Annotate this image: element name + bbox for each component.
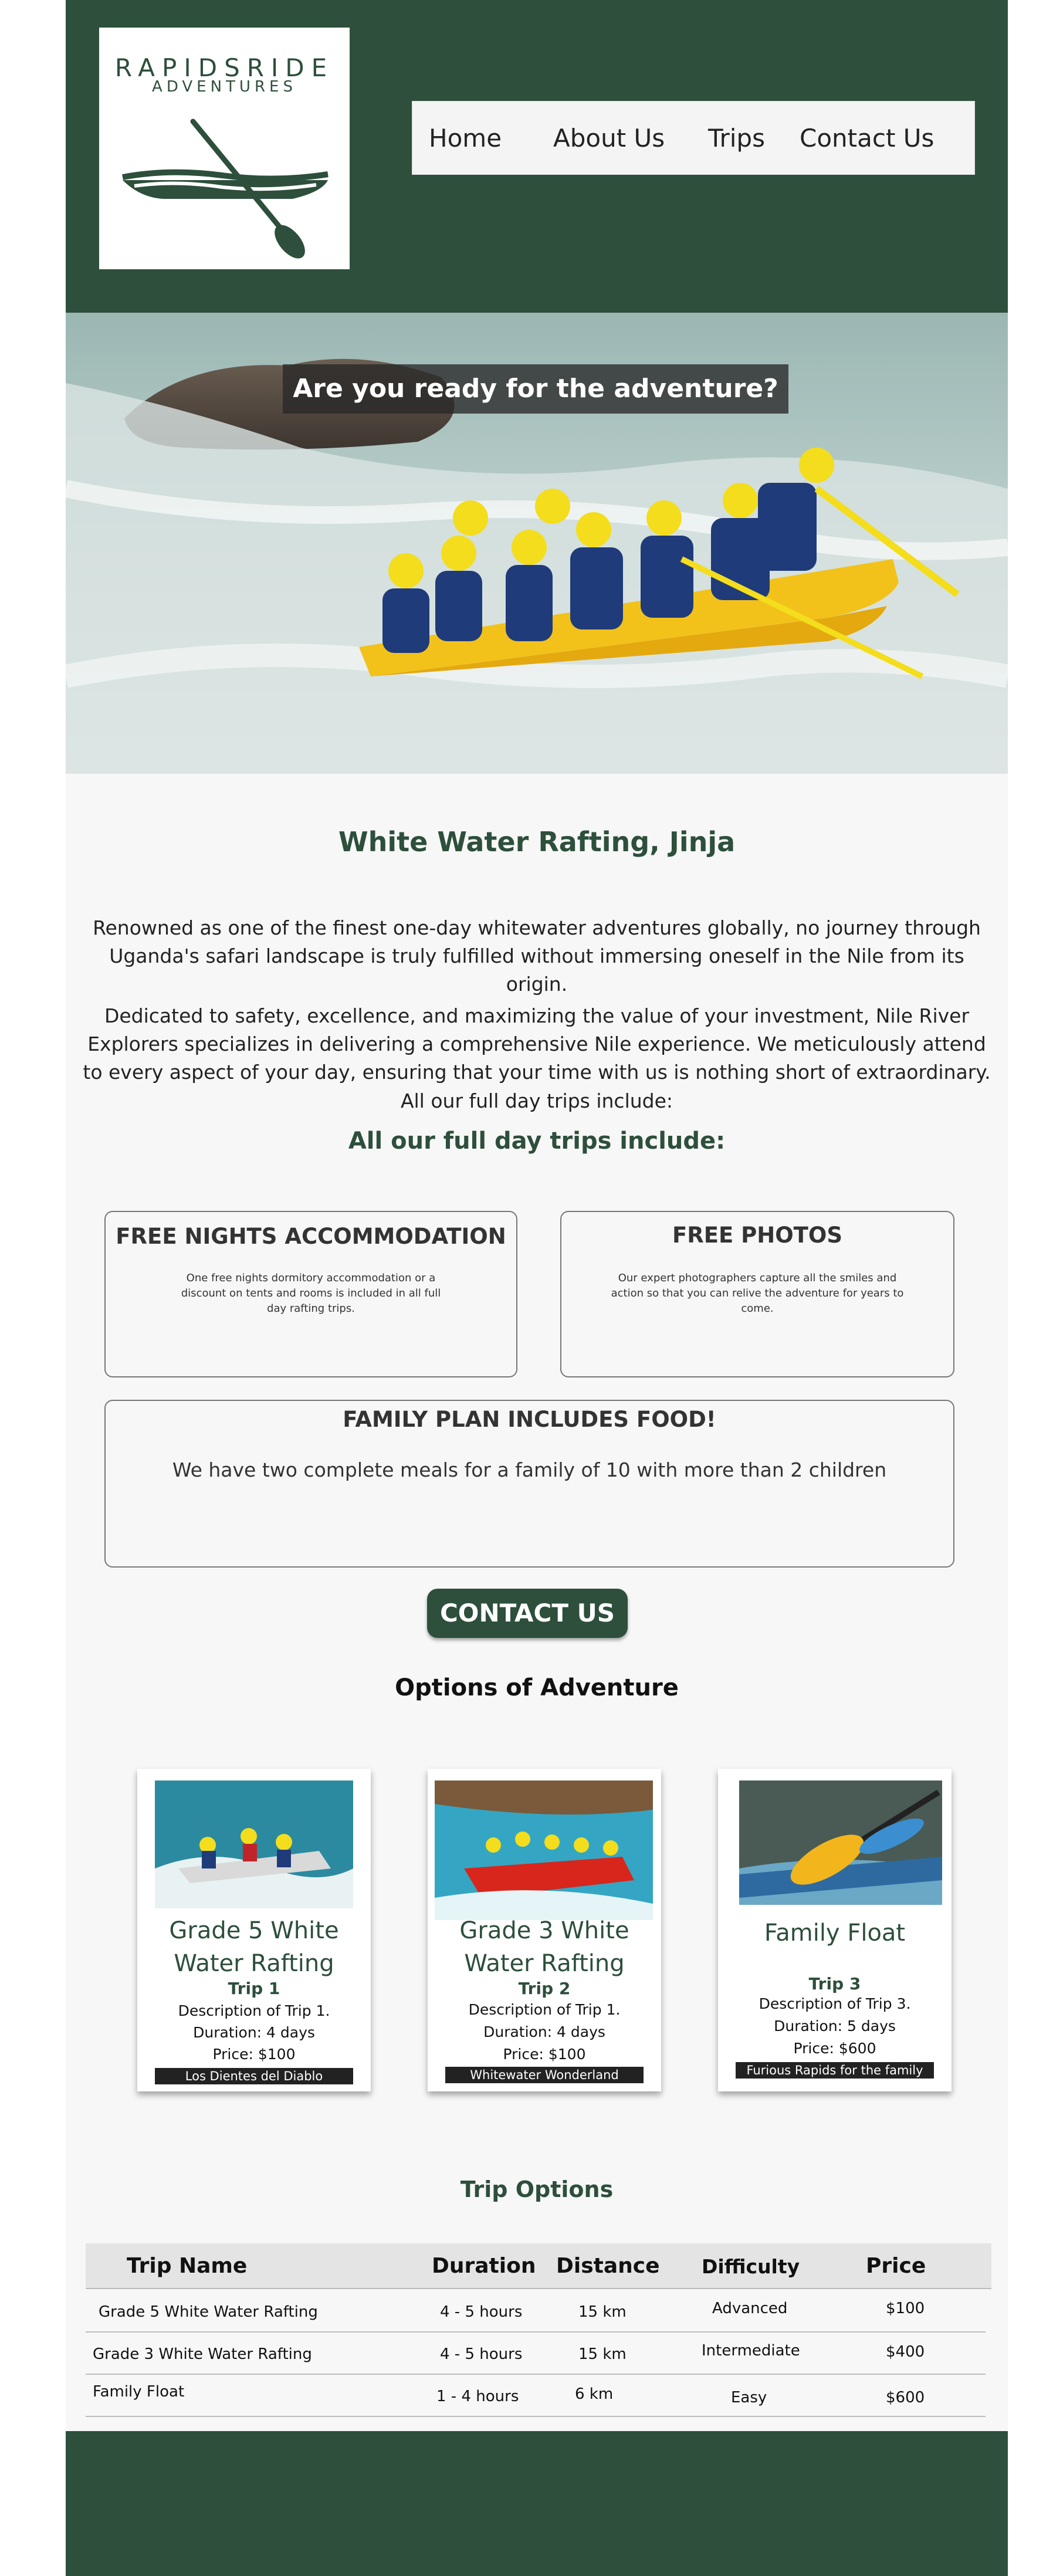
trip-description: Description of Trip 3. xyxy=(759,1995,911,2012)
kayak-paddle-icon xyxy=(122,119,329,259)
main-nav: Home About Us Trips Contact Us xyxy=(412,101,975,175)
cell-price: $100 xyxy=(886,2300,925,2317)
site-footer xyxy=(66,2431,1008,2576)
cell-trip-name: Grade 3 White Water Rafting xyxy=(93,2345,312,2363)
logo-subtitle: ADVENTURES xyxy=(152,78,297,96)
trip-label: Trip 1 xyxy=(228,1979,280,1998)
trip-card[interactable]: Family Float Trip 3 Description of Trip … xyxy=(718,1769,952,2091)
cell-difficulty: Easy xyxy=(731,2389,767,2406)
trip-tag: Los Dientes del Diablo xyxy=(155,2068,353,2084)
trip-price: Price: $100 xyxy=(212,2046,296,2063)
trip-description: Description of Trip 1. xyxy=(468,2001,621,2018)
trip-name: Grade 5 White Water Rafting xyxy=(169,1917,339,1977)
intro-paragraph-3: All our full day trips include: xyxy=(400,1089,673,1112)
cell-difficulty: Intermediate xyxy=(702,2342,800,2360)
nav-trips[interactable]: Trips xyxy=(708,124,765,153)
nav-about-us[interactable]: About Us xyxy=(553,124,665,153)
trip-name: Grade 3 White Water Rafting xyxy=(459,1917,629,1977)
options-title: Options of Adventure xyxy=(395,1674,679,1701)
nav-home[interactable]: Home xyxy=(429,124,502,153)
intro-paragraph-1: Renowned as one of the finest one-day wh… xyxy=(93,916,981,996)
cell-duration: 4 - 5 hours xyxy=(440,2303,523,2321)
cell-trip-name: Grade 5 White Water Rafting xyxy=(99,2303,318,2321)
table-row: Family Float 1 - 4 hours 6 km Easy $600 xyxy=(86,2374,986,2417)
column-header: Price xyxy=(866,2254,926,2278)
trip-duration: Duration: 5 days xyxy=(774,2018,896,2035)
feature-text: One free nights dormitory accommodation … xyxy=(181,1272,441,1315)
table-header: Trip Name Duration Distance Difficulty P… xyxy=(86,2243,991,2289)
trip-label: Trip 2 xyxy=(518,1979,571,1998)
feature-card: FREE PHOTOS Our expert photographers cap… xyxy=(560,1211,954,1377)
feature-text: We have two complete meals for a family … xyxy=(172,1458,887,1481)
cell-distance: 15 km xyxy=(578,2303,627,2321)
hero-image: Are you ready for the adventure? xyxy=(66,313,1008,774)
column-header: Distance xyxy=(556,2254,660,2278)
trip-tag: Furious Rapids for the family xyxy=(736,2062,934,2079)
table-row: Grade 5 White Water Rafting 4 - 5 hours … xyxy=(86,2289,986,2333)
trip-name: Family Float xyxy=(764,1920,906,1947)
trip-label: Trip 3 xyxy=(808,1974,861,1993)
trip-tag: Whitewater Wonderland xyxy=(445,2067,644,2083)
trip-card[interactable]: Grade 3 White Water Rafting Trip 2 Descr… xyxy=(428,1769,661,2091)
feature-title: FREE PHOTOS xyxy=(672,1223,843,1248)
cell-price: $600 xyxy=(886,2389,925,2406)
feature-title: FREE NIGHTS ACCOMMODATION xyxy=(116,1224,506,1249)
feature-card: FAMILY PLAN INCLUDES FOOD! We have two c… xyxy=(104,1400,954,1568)
feature-title: FAMILY PLAN INCLUDES FOOD! xyxy=(343,1407,716,1432)
hero-headline: Are you ready for the adventure? xyxy=(283,364,788,414)
table-row: Grade 3 White Water Rafting 4 - 5 hours … xyxy=(86,2331,986,2375)
trip-image xyxy=(435,1780,653,1920)
section-title: White Water Rafting, Jinja xyxy=(338,826,736,858)
contact-us-button[interactable]: CONTACT US xyxy=(427,1589,628,1638)
trip-duration: Duration: 4 days xyxy=(193,2024,315,2041)
trip-duration: Duration: 4 days xyxy=(483,2023,605,2040)
trip-description: Description of Trip 1. xyxy=(178,2002,330,2019)
trip-image xyxy=(155,1780,353,1908)
page: RAPIDSRIDE ADVENTURES Home About Us Trip… xyxy=(66,0,1008,2576)
cell-duration: 1 - 4 hours xyxy=(436,2388,519,2405)
feature-card: FREE NIGHTS ACCOMMODATION One free night… xyxy=(104,1211,517,1377)
cell-distance: 15 km xyxy=(578,2345,627,2363)
includes-title: All our full day trips include: xyxy=(348,1128,726,1155)
logo[interactable]: RAPIDSRIDE ADVENTURES xyxy=(99,28,350,269)
trip-image xyxy=(739,1780,942,1905)
cell-price: $400 xyxy=(886,2343,925,2361)
trip-price: Price: $100 xyxy=(503,2046,586,2063)
nav-contact-us[interactable]: Contact Us xyxy=(800,124,934,153)
cell-difficulty: Advanced xyxy=(712,2300,788,2317)
feature-text: Our expert photographers capture all the… xyxy=(611,1272,904,1315)
intro-paragraph-2: Dedicated to safety, excellence, and max… xyxy=(83,1004,991,1084)
trip-options-title: Trip Options xyxy=(460,2176,614,2202)
site-header: RAPIDSRIDE ADVENTURES Home About Us Trip… xyxy=(66,0,1008,313)
cell-duration: 4 - 5 hours xyxy=(440,2345,523,2363)
cell-trip-name: Family Float xyxy=(93,2383,185,2401)
column-header: Trip Name xyxy=(127,2254,248,2278)
trip-price: Price: $600 xyxy=(793,2040,876,2057)
cell-distance: 6 km xyxy=(575,2385,614,2403)
column-header: Difficulty xyxy=(702,2255,800,2278)
trip-card[interactable]: Grade 5 White Water Rafting Trip 1 Descr… xyxy=(137,1769,371,2091)
column-header: Duration xyxy=(432,2254,536,2278)
